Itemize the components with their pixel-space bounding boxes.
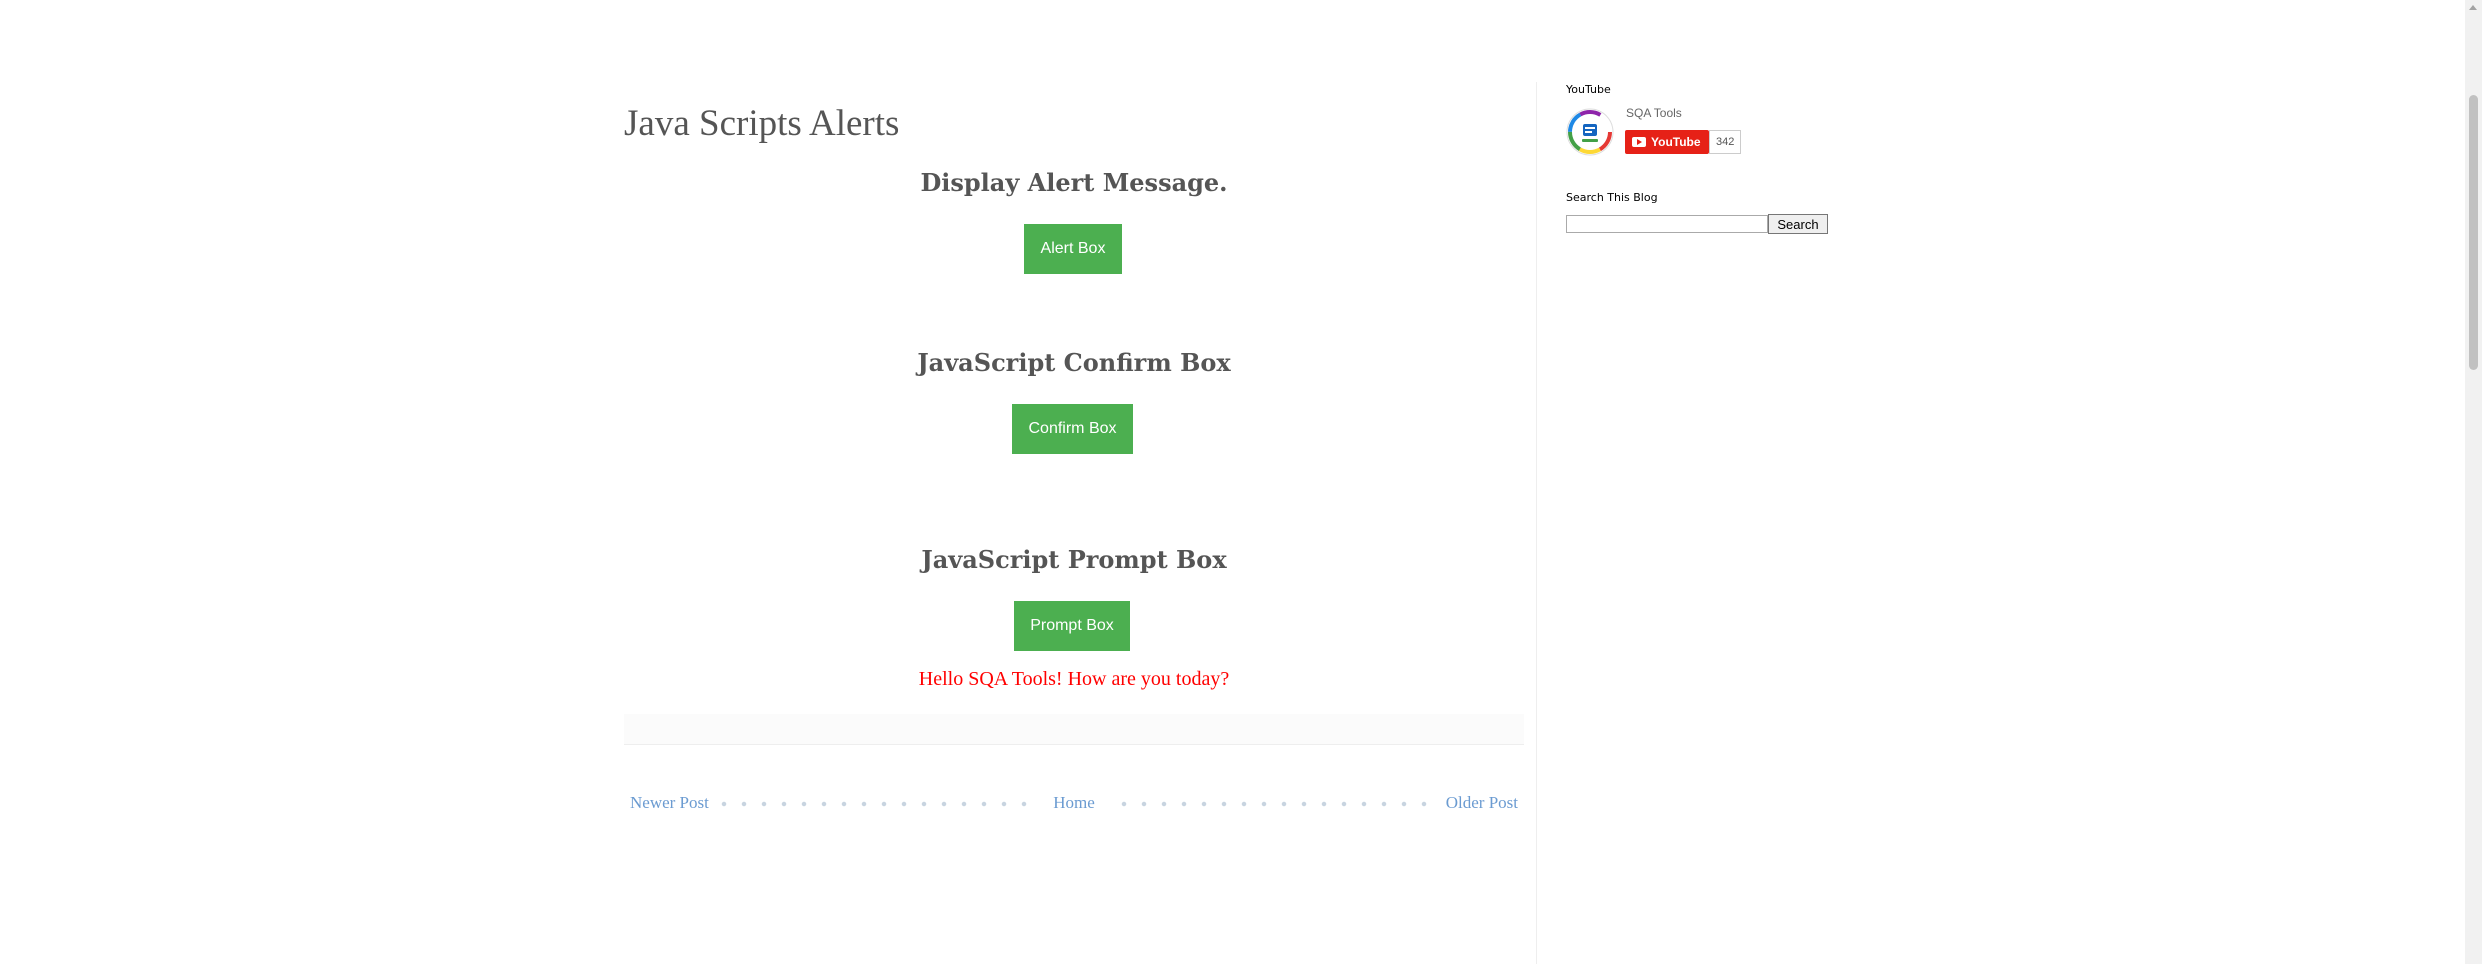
- prompt-result-text: Hello SQA Tools! How are you today?: [918, 668, 1230, 690]
- search-widget-title: Search This Blog: [1566, 191, 1658, 204]
- search-input[interactable]: [1566, 215, 1768, 233]
- scrollbar-thumb[interactable]: [2469, 95, 2478, 370]
- older-post-link[interactable]: Older Post: [1439, 790, 1524, 816]
- column-divider: [1536, 82, 1537, 964]
- newer-post-link[interactable]: Newer Post: [624, 790, 715, 816]
- prompt-section-heading: JavaScript Prompt Box: [921, 545, 1227, 574]
- youtube-subscribe-button[interactable]: YouTube: [1625, 130, 1709, 154]
- confirm-box-button[interactable]: Confirm Box: [1012, 404, 1133, 454]
- page: Java Scripts Alerts Display Alert Messag…: [0, 0, 2482, 964]
- scroll-up-arrow-icon[interactable]: [2469, 5, 2477, 10]
- youtube-play-icon: [1632, 137, 1646, 147]
- youtube-widget-title: YouTube: [1566, 83, 1611, 96]
- page-scrollbar[interactable]: [2465, 0, 2482, 964]
- channel-avatar[interactable]: [1566, 108, 1614, 156]
- alert-box-button[interactable]: Alert Box: [1024, 224, 1122, 274]
- subscriber-count: 342: [1709, 130, 1742, 154]
- post-title: Java Scripts Alerts: [624, 103, 900, 144]
- home-link[interactable]: Home: [1039, 790, 1109, 816]
- search-button[interactable]: Search: [1768, 214, 1828, 234]
- youtube-button-label: YouTube: [1651, 135, 1701, 149]
- post-footer: [624, 714, 1524, 745]
- channel-name[interactable]: SQA Tools: [1626, 106, 1682, 120]
- confirm-section-heading: JavaScript Confirm Box: [917, 348, 1231, 377]
- alert-section-heading: Display Alert Message.: [920, 168, 1228, 197]
- prompt-box-button[interactable]: Prompt Box: [1014, 601, 1130, 651]
- blog-pager: Newer Post Home Older Post: [624, 790, 1524, 816]
